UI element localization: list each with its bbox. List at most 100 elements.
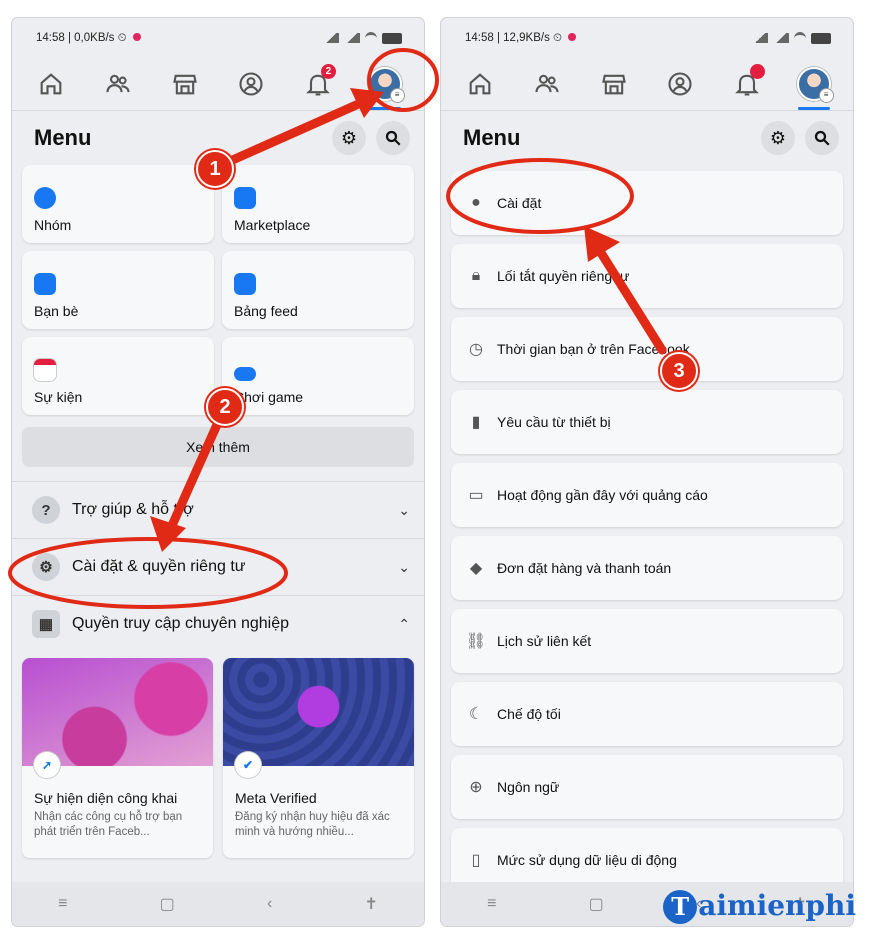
settings-item-recent-ad-activity[interactable]: ▭ Hoạt động gần đây với quảng cáo xyxy=(451,463,843,527)
groups-icon xyxy=(34,187,56,209)
watermark-logo: Taimienphi xyxy=(663,889,856,924)
marketplace-tab[interactable] xyxy=(161,62,209,106)
notification-dot xyxy=(749,64,765,79)
ad-icon: ▭ xyxy=(468,487,484,504)
shortcut-label: Marketplace xyxy=(234,217,311,233)
record-dot-icon xyxy=(132,33,141,42)
pro-card-image: ✔ xyxy=(223,658,414,778)
question-icon: ? xyxy=(32,496,60,524)
settings-item-label: Thời gian bạn ở trên Facebook xyxy=(497,341,690,357)
device-icon: ▮ xyxy=(471,414,481,431)
home-button-icon[interactable]: ▢ xyxy=(160,894,175,914)
home-icon xyxy=(40,73,62,95)
signal-icon xyxy=(323,33,339,43)
profile-icon xyxy=(239,72,263,96)
settings-item-label: Chế độ tối xyxy=(497,706,561,722)
top-nav: 2 ≡ xyxy=(12,58,424,111)
pro-card-image: ➚ xyxy=(22,658,213,778)
gear-icon: ⚙ xyxy=(32,553,60,581)
status-time: 14:58 | 0,0KB/s ⏲ xyxy=(36,32,141,45)
home-tab[interactable] xyxy=(27,62,75,106)
accessibility-icon[interactable]: ✝ xyxy=(364,894,377,914)
settings-item-label: Cài đặt xyxy=(497,195,542,211)
signal-icon-2 xyxy=(773,33,789,43)
shortcut-card-events[interactable]: Sự kiện xyxy=(22,337,214,415)
shortcut-label: Sự kiện xyxy=(34,389,83,405)
store-icon xyxy=(172,74,197,95)
settings-item-language[interactable]: ⊕ Ngôn ngữ xyxy=(451,755,843,819)
header-buttons: ⚙ xyxy=(761,121,839,155)
see-more-button[interactable]: Xem thêm xyxy=(22,427,414,467)
step-badge-3: 3 xyxy=(660,352,698,390)
shortcut-card-gaming[interactable]: Chơi game xyxy=(222,337,414,415)
system-nav-bar: ≡ ▢ ‹ ✝ xyxy=(12,882,424,926)
search-icon xyxy=(814,130,830,146)
settings-button[interactable]: ⚙ xyxy=(761,121,795,155)
shortcut-label: Chơi game xyxy=(234,389,304,405)
menu-tab[interactable]: ≡ xyxy=(790,62,838,110)
marketplace-tab[interactable] xyxy=(590,62,638,106)
home-icon xyxy=(469,73,491,95)
settings-button[interactable]: ⚙ xyxy=(332,121,366,155)
link-icon: ⛓ xyxy=(465,633,487,650)
avatar: ≡ xyxy=(367,67,405,103)
signal-icon-2 xyxy=(344,33,360,43)
settings-item-link-history[interactable]: ⛓ Lịch sử liên kết xyxy=(451,609,843,673)
home-button-icon[interactable]: ▢ xyxy=(589,894,604,914)
recent-apps-icon[interactable]: ≡ xyxy=(58,895,67,913)
tag-icon: ◆ xyxy=(469,560,483,577)
profile-tab[interactable] xyxy=(656,62,704,106)
menu-lines-icon: ≡ xyxy=(818,88,834,103)
home-tab[interactable] xyxy=(456,62,504,106)
battery-icon xyxy=(382,32,402,44)
recent-apps-icon[interactable]: ≡ xyxy=(487,895,496,913)
menu-tab[interactable]: ≡ xyxy=(361,62,409,110)
settings-item-time-on-facebook[interactable]: ◷ Thời gian bạn ở trên Facebook xyxy=(451,317,843,381)
shortcut-card-marketplace[interactable]: Marketplace xyxy=(222,165,414,243)
avatar: ≡ xyxy=(796,67,834,103)
pro-card-meta-verified[interactable]: ✔ Meta Verified Đăng ký nhận huy hiệu đã… xyxy=(223,658,414,858)
notifications-tab[interactable]: 2 xyxy=(294,62,342,106)
professional-access-section[interactable]: ▦ Quyền truy cập chuyên nghiệp ⌃ xyxy=(12,595,424,652)
gamepad-icon xyxy=(234,367,256,381)
help-section[interactable]: ? Trợ giúp & hỗ trợ ⌄ xyxy=(12,481,424,538)
shortcut-card-friends[interactable]: Bạn bè xyxy=(22,251,214,329)
settings-privacy-section[interactable]: ⚙ Cài đặt & quyền riêng tư ⌄ xyxy=(12,538,424,595)
calendar-icon xyxy=(34,359,56,381)
store-icon xyxy=(601,74,626,95)
status-time-text: 14:58 | 0,0KB/s xyxy=(36,31,115,44)
gear-icon: ⚙ xyxy=(769,127,787,148)
settings-item-privacy-shortcuts[interactable]: 🔒︎ Lối tắt quyền riêng tư xyxy=(451,244,843,308)
status-bar: 14:58 | 0,0KB/s ⏲ xyxy=(12,18,424,58)
system-icons xyxy=(323,31,402,45)
pro-card-public-presence[interactable]: ➚ Sự hiện diện công khai Nhận các công c… xyxy=(22,658,213,858)
notification-badge: 2 xyxy=(320,64,336,79)
friends-tab[interactable] xyxy=(94,62,142,106)
settings-item-device-requests[interactable]: ▮ Yêu cầu từ thiết bị xyxy=(451,390,843,454)
shortcut-card-feed[interactable]: Bảng feed xyxy=(222,251,414,329)
settings-item-orders-payments[interactable]: ◆ Đơn đặt hàng và thanh toán xyxy=(451,536,843,600)
shortcut-card-groups[interactable]: Nhóm xyxy=(22,165,214,243)
menu-lines-icon: ≡ xyxy=(389,88,405,103)
settings-item-settings[interactable]: ● Cài đặt xyxy=(451,171,843,235)
signal-icon xyxy=(752,33,768,43)
settings-item-dark-mode[interactable]: ☾ Chế độ tối xyxy=(451,682,843,746)
back-icon[interactable]: ‹ xyxy=(267,895,272,913)
professional-cards: ➚ Sự hiện diện công khai Nhận các công c… xyxy=(12,652,424,858)
store-icon xyxy=(234,187,256,209)
settings-item-label: Ngôn ngữ xyxy=(497,779,560,795)
search-button[interactable] xyxy=(805,121,839,155)
notifications-tab[interactable] xyxy=(723,62,771,106)
shortcut-label: Bạn bè xyxy=(34,303,79,319)
clock-icon: ◷ xyxy=(469,341,483,358)
profile-tab[interactable] xyxy=(227,62,275,106)
right-phone-screen: 14:58 | 12,9KB/s ⏲ ≡ Menu ⚙ ● Cài đặt 🔒︎ L… xyxy=(441,18,853,926)
pro-card-desc: Nhận các công cụ hỗ trợ bạn phát triển t… xyxy=(34,811,183,838)
status-time-text: 14:58 | 12,9KB/s xyxy=(465,31,550,44)
globe-icon: ⊕ xyxy=(469,779,483,796)
rocket-icon: ➚ xyxy=(34,752,60,778)
feed-icon xyxy=(234,273,256,295)
search-button[interactable] xyxy=(376,121,410,155)
friends-tab[interactable] xyxy=(523,62,571,106)
lock-icon: 🔒︎ xyxy=(471,267,481,284)
